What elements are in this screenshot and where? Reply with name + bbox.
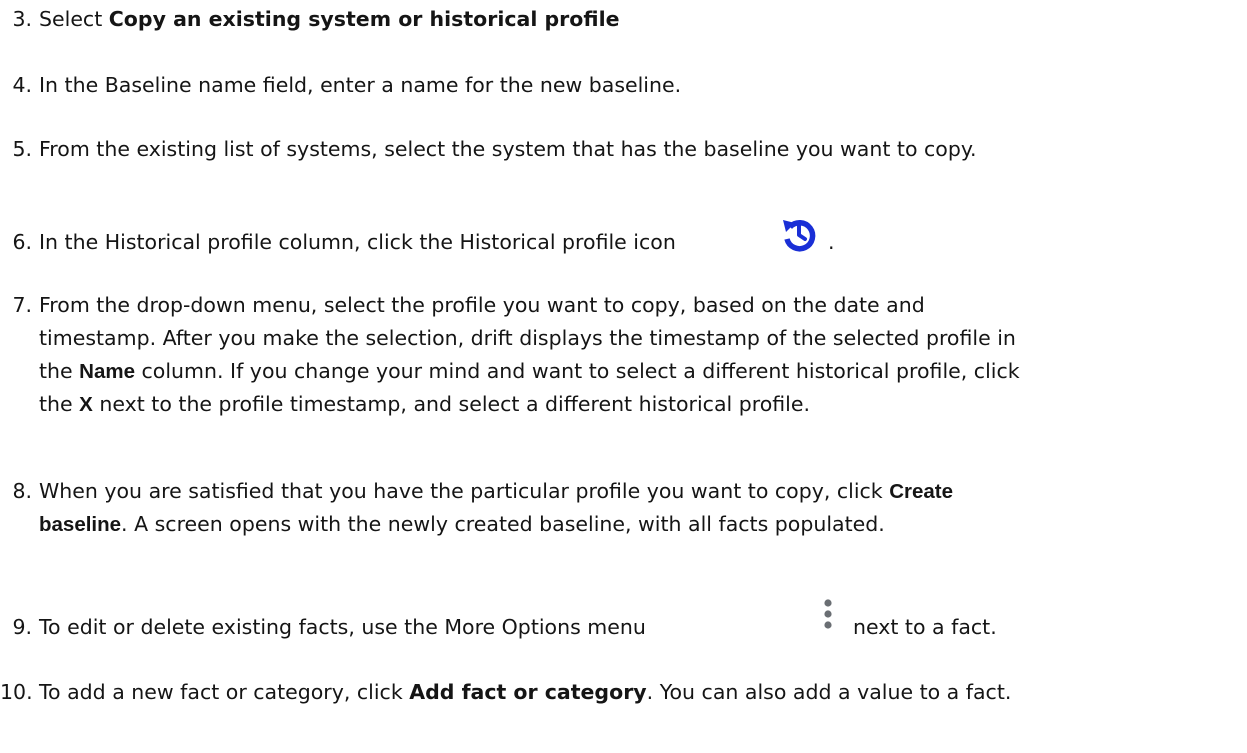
step-number: 8.	[12, 479, 32, 503]
step-line: From the drop-down menu, select the prof…	[39, 293, 925, 317]
step-number: 9.	[12, 615, 32, 639]
step-number: 6.	[12, 230, 32, 254]
step-line: When you are satisfied that you have the…	[39, 476, 1240, 509]
step-text-part: . You can also add a value to a fact.	[646, 680, 1012, 704]
ui-term-baseline: baseline	[39, 513, 122, 536]
step-8: 8. When you are satisfied that you have …	[0, 476, 1240, 542]
more-options-icon	[824, 599, 832, 629]
step-text: In the Baseline name field, enter a name…	[39, 73, 682, 97]
step-number: 10.	[0, 680, 33, 704]
step-line: timestamp. After you make the selection,…	[39, 326, 1016, 350]
step-text-part: To edit or delete existing facts, use th…	[39, 615, 646, 639]
ui-term-add-fact: Add fact or category	[409, 680, 647, 704]
step-text: To edit or delete existing facts, use th…	[39, 612, 1240, 642]
step-text: From the existing list of systems, selec…	[39, 137, 977, 161]
step-line: the X next to the profile timestamp, and…	[39, 389, 1240, 422]
step-number: 4.	[12, 73, 32, 97]
step-text-part: In the Historical profile column, click …	[39, 230, 676, 254]
step-line: baseline. A screen opens with the newly …	[39, 509, 1240, 542]
history-icon	[783, 220, 816, 252]
step-text-part: To add a new fact or category, click	[39, 680, 410, 704]
step-number: 5.	[12, 137, 32, 161]
ui-term-copy-existing: Copy an existing system or historical pr…	[108, 7, 620, 31]
ui-term-x: X	[79, 393, 93, 416]
step-7: 7. From the drop-down menu, select the p…	[0, 290, 1240, 420]
step-6: 6. In the Historical profile column, cli…	[0, 210, 1240, 260]
step-text-part: the	[39, 392, 80, 416]
ui-term-create: Create	[889, 480, 954, 503]
step-text-trailing: next to a fact.	[853, 615, 997, 639]
step-number: 7.	[12, 293, 32, 317]
step-number: 3.	[12, 7, 32, 31]
ui-term-name: Name	[79, 360, 136, 383]
step-text: When you are satisfied that you have the…	[39, 476, 1240, 542]
step-line: the Name column. If you change your mind…	[39, 356, 1240, 389]
step-text-part: When you are satisfied that you have the…	[39, 479, 890, 503]
step-text-trailing: .	[828, 230, 835, 254]
step-text: To add a new fact or category, click Add…	[39, 677, 1240, 707]
step-text-part: column. If you change your mind and want…	[135, 359, 1020, 383]
step-text-part: Select	[39, 7, 109, 31]
step-text: Select Copy an existing system or histor…	[39, 4, 1240, 34]
step-text: From the drop-down menu, select the prof…	[39, 290, 1240, 422]
step-text-part: the	[39, 359, 80, 383]
step-text: In the Historical profile column, click …	[39, 227, 1240, 257]
step-text-part: . A screen opens with the newly created …	[121, 512, 885, 536]
step-9: 9. To edit or delete existing facts, use…	[0, 595, 1240, 645]
step-text-part: next to the profile timestamp, and selec…	[92, 392, 810, 416]
